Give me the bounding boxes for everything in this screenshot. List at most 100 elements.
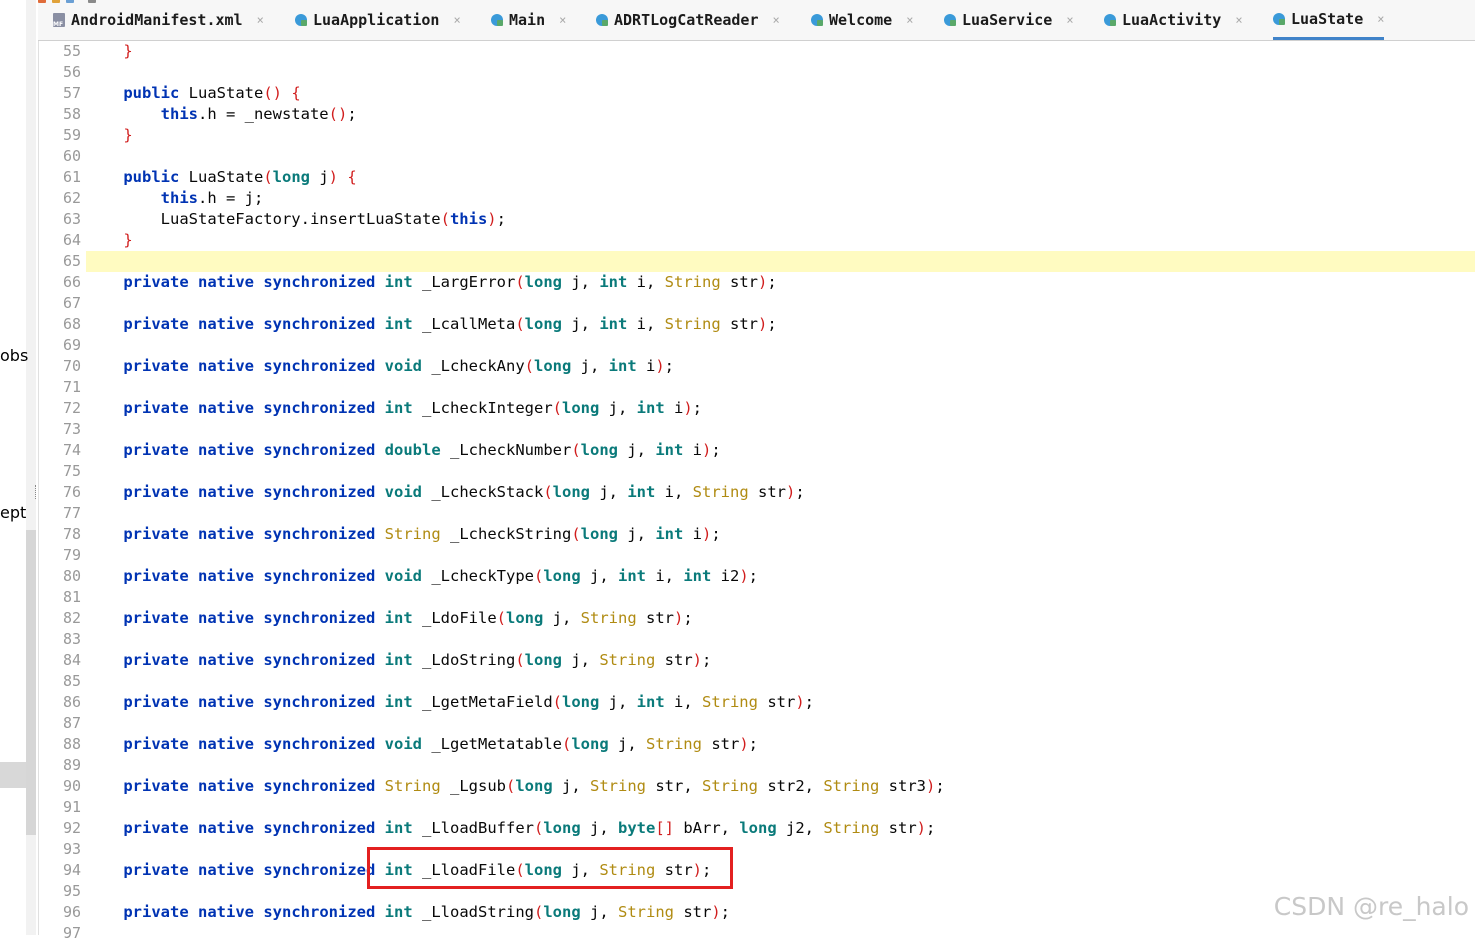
code-line[interactable] (86, 629, 1475, 650)
tab-label: LuaActivity (1122, 11, 1222, 29)
line-number: 97 (62, 924, 81, 942)
code-line[interactable] (86, 713, 1475, 734)
code-line[interactable]: private native synchronized int _LloadFi… (86, 860, 1475, 881)
line-number: 58 (62, 105, 81, 123)
code-line[interactable] (86, 461, 1475, 482)
line-number: 66 (62, 273, 81, 291)
class-icon (491, 14, 503, 26)
line-number: 94 (62, 861, 81, 879)
code-line[interactable]: private native synchronized String _Lche… (86, 524, 1475, 545)
code-line[interactable] (86, 419, 1475, 440)
tab-main[interactable]: Main × (491, 0, 566, 40)
line-number: 84 (62, 651, 81, 669)
code-line[interactable]: } (86, 41, 1475, 62)
close-icon[interactable]: × (1377, 12, 1384, 26)
code-line[interactable] (86, 377, 1475, 398)
code-line[interactable]: private native synchronized int _LargErr… (86, 272, 1475, 293)
code-line[interactable]: private native synchronized int _LgetMet… (86, 692, 1475, 713)
code-line[interactable]: private native synchronized int _LdoStri… (86, 650, 1475, 671)
close-icon[interactable]: × (906, 13, 913, 27)
class-icon (1273, 12, 1285, 25)
code-line[interactable]: this.h = _newstate(); (86, 104, 1475, 125)
line-number: 85 (62, 672, 81, 690)
class-icon (596, 14, 608, 26)
line-number-gutter: 55 56 57 58 59 60 61 62 63 64 65 66 67 68 69 70 71 72 73 74… (40, 41, 86, 942)
tab-label: AndroidManifest.xml (71, 11, 243, 29)
code-line[interactable]: private native synchronized int _LcheckI… (86, 398, 1475, 419)
manifest-file-icon (53, 13, 65, 28)
code-line[interactable] (86, 146, 1475, 167)
code-line[interactable]: private native synchronized int _LdoFile… (86, 608, 1475, 629)
close-icon[interactable]: × (1066, 13, 1073, 27)
code-line[interactable] (86, 839, 1475, 860)
current-code-line[interactable] (86, 251, 1475, 272)
code-line[interactable]: } (86, 125, 1475, 146)
close-icon[interactable]: × (257, 13, 264, 27)
line-number: 72 (62, 399, 81, 417)
code-line[interactable] (86, 881, 1475, 902)
code-line[interactable]: private native synchronized void _Lcheck… (86, 566, 1475, 587)
code-line[interactable] (86, 923, 1475, 935)
close-icon[interactable]: × (453, 13, 460, 27)
code-line[interactable] (86, 755, 1475, 776)
code-line[interactable] (86, 335, 1475, 356)
line-number: 64 (62, 231, 81, 249)
code-line[interactable]: this.h = j; (86, 188, 1475, 209)
class-icon (944, 14, 956, 26)
code-line[interactable]: private native synchronized int _LloadSt… (86, 902, 1475, 923)
tab-adrtlogcatreader[interactable]: ADRTLogCatReader × (596, 0, 780, 40)
code-line[interactable] (86, 503, 1475, 524)
tab-androidmanifest-xml[interactable]: AndroidManifest.xml × (53, 0, 264, 40)
panel-splitter-handle[interactable] (35, 485, 38, 499)
code-line[interactable]: private native synchronized int _LloadBu… (86, 818, 1475, 839)
code-line[interactable] (86, 671, 1475, 692)
line-number: 68 (62, 315, 81, 333)
project-panel-scrollbar-thumb[interactable] (26, 530, 36, 835)
line-number: 91 (62, 798, 81, 816)
code-line[interactable] (86, 797, 1475, 818)
line-number: 78 (62, 525, 81, 543)
tab-welcome[interactable]: Welcome × (811, 0, 913, 40)
line-number: 56 (62, 63, 81, 81)
code-line[interactable]: private native synchronized void _LgetMe… (86, 734, 1475, 755)
line-number: 55 (62, 42, 81, 60)
line-number: 57 (62, 84, 81, 102)
close-icon[interactable]: × (559, 13, 566, 27)
toolbar-icon[interactable] (38, 0, 46, 3)
code-line[interactable]: private native synchronized int _LcallMe… (86, 314, 1475, 335)
line-number: 95 (62, 882, 81, 900)
code-line[interactable]: public LuaState() { (86, 83, 1475, 104)
code-line[interactable] (86, 62, 1475, 83)
tab-luastate[interactable]: LuaState × (1273, 0, 1385, 40)
line-number: 93 (62, 840, 81, 858)
line-number: 81 (62, 588, 81, 606)
editor-tab-bar: AndroidManifest.xml × LuaApplication × Main ×… (38, 0, 1475, 41)
watermark: CSDN @re_halo (1273, 892, 1469, 921)
code-line[interactable]: private native synchronized void _Lcheck… (86, 356, 1475, 377)
line-number: 71 (62, 378, 81, 396)
line-number: 63 (62, 210, 81, 228)
line-number: 67 (62, 294, 81, 312)
line-number: 76 (62, 483, 81, 501)
code-line[interactable] (86, 545, 1475, 566)
code-line[interactable]: LuaStateFactory.insertLuaState(this); (86, 209, 1475, 230)
tab-luaapplication[interactable]: LuaApplication × (295, 0, 461, 40)
class-icon (1104, 14, 1116, 26)
code-line[interactable]: private native synchronized String _Lgsu… (86, 776, 1475, 797)
code-editor[interactable]: } public LuaState() { this.h = _newstate… (86, 41, 1475, 935)
code-line[interactable]: private native synchronized double _Lche… (86, 440, 1475, 461)
close-icon[interactable]: × (773, 13, 780, 27)
line-number: 90 (62, 777, 81, 795)
tab-luaactivity[interactable]: LuaActivity × (1104, 0, 1243, 40)
code-line[interactable]: public LuaState(long j) { (86, 167, 1475, 188)
code-line[interactable]: private native synchronized void _Lcheck… (86, 482, 1475, 503)
line-number: 79 (62, 546, 81, 564)
code-line[interactable] (86, 587, 1475, 608)
code-line[interactable] (86, 293, 1475, 314)
tab-label: ADRTLogCatReader (614, 11, 759, 29)
code-line[interactable]: } (86, 230, 1475, 251)
class-icon (295, 14, 307, 26)
project-panel-selected-row[interactable] (0, 762, 26, 788)
close-icon[interactable]: × (1235, 13, 1242, 27)
tab-luaservice[interactable]: LuaService × (944, 0, 1074, 40)
